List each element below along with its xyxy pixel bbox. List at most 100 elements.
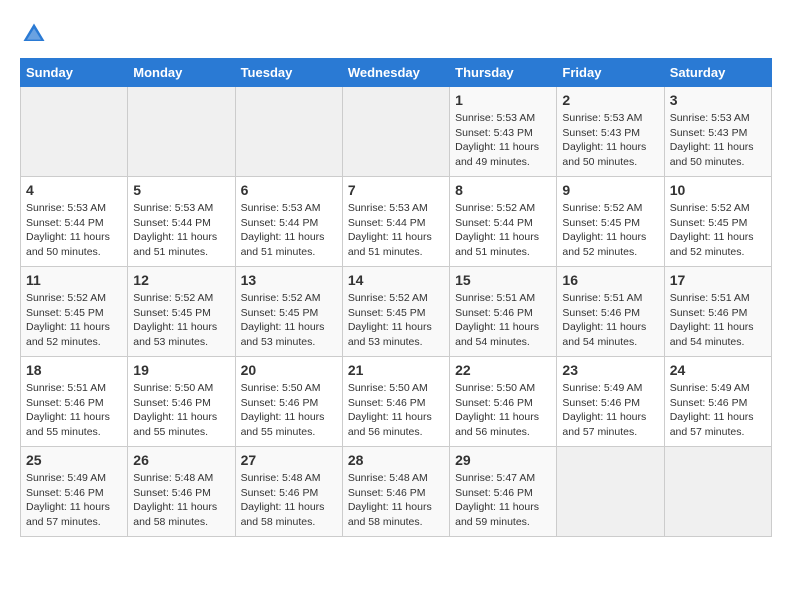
day-number: 26 — [133, 452, 229, 468]
calendar-cell: 26 Sunrise: 5:48 AM Sunset: 5:46 PM Dayli… — [128, 447, 235, 537]
calendar-cell — [235, 87, 342, 177]
calendar-cell: 24Sunrise: 5:49 AM Sunset: 5:46 PM Dayli… — [664, 357, 771, 447]
day-number: 16 — [562, 272, 658, 288]
day-number: 17 — [670, 272, 766, 288]
cell-info: Sunrise: 5:50 AM Sunset: 5:46 PM Dayligh… — [348, 381, 444, 440]
calendar-cell: 18 Sunrise: 5:51 AM Sunset: 5:46 PM Dayli… — [21, 357, 128, 447]
calendar-cell — [21, 87, 128, 177]
header-monday: Monday — [128, 59, 235, 87]
cell-info: Sunrise: 5:50 AM Sunset: 5:46 PM Dayligh… — [455, 381, 551, 440]
day-number: 27 — [241, 452, 337, 468]
day-number: 9 — [562, 182, 658, 198]
calendar-cell — [342, 87, 449, 177]
cell-info: Sunrise: 5:48 AM Sunset: 5:46 PM Dayligh… — [241, 471, 337, 530]
calendar-cell: 6 Sunrise: 5:53 AM Sunset: 5:44 PM Daylig… — [235, 177, 342, 267]
calendar-cell: 17 Sunrise: 5:51 AM Sunset: 5:46 PM Dayli… — [664, 267, 771, 357]
cell-info: Sunrise: 5:53 AM Sunset: 5:44 PM Dayligh… — [348, 201, 444, 260]
calendar-cell: 7Sunrise: 5:53 AM Sunset: 5:44 PM Daylig… — [342, 177, 449, 267]
calendar-cell: 22 Sunrise: 5:50 AM Sunset: 5:46 PM Dayli… — [450, 357, 557, 447]
cell-info: Sunrise: 5:50 AM Sunset: 5:46 PM Dayligh… — [241, 381, 337, 440]
day-number: 1 — [455, 92, 551, 108]
calendar-cell: 13Sunrise: 5:52 AM Sunset: 5:45 PM Dayli… — [235, 267, 342, 357]
calendar-cell: 28 Sunrise: 5:48 AM Sunset: 5:46 PM Dayli… — [342, 447, 449, 537]
calendar-cell: 23 Sunrise: 5:49 AM Sunset: 5:46 PM Dayli… — [557, 357, 664, 447]
cell-info: Sunrise: 5:52 AM Sunset: 5:45 PM Dayligh… — [348, 291, 444, 350]
day-number: 14 — [348, 272, 444, 288]
calendar-cell: 1 Sunrise: 5:53 AM Sunset: 5:43 PM Daylig… — [450, 87, 557, 177]
calendar-cell: 19Sunrise: 5:50 AM Sunset: 5:46 PM Dayli… — [128, 357, 235, 447]
day-number: 29 — [455, 452, 551, 468]
day-number: 28 — [348, 452, 444, 468]
day-number: 10 — [670, 182, 766, 198]
calendar-cell: 4Sunrise: 5:53 AM Sunset: 5:44 PM Daylig… — [21, 177, 128, 267]
calendar-cell: 10 Sunrise: 5:52 AM Sunset: 5:45 PM Dayli… — [664, 177, 771, 267]
cell-info: Sunrise: 5:53 AM Sunset: 5:43 PM Dayligh… — [670, 111, 766, 170]
cell-info: Sunrise: 5:52 AM Sunset: 5:45 PM Dayligh… — [26, 291, 122, 350]
day-number: 11 — [26, 272, 122, 288]
day-number: 8 — [455, 182, 551, 198]
calendar-week-row: 4 Sunrise: 5:53 AM Sunset: 5:44 PM Daylig… — [21, 177, 772, 267]
calendar-cell — [557, 447, 664, 537]
calendar-cell — [664, 447, 771, 537]
header-tuesday: Tuesday — [235, 59, 342, 87]
calendar-cell: 5 Sunrise: 5:53 AM Sunset: 5:44 PM Daylig… — [128, 177, 235, 267]
day-number: 6 — [241, 182, 337, 198]
calendar-cell: 21Sunrise: 5:50 AM Sunset: 5:46 PM Dayli… — [342, 357, 449, 447]
cell-info: Sunrise: 5:47 AM Sunset: 5:46 PM Dayligh… — [455, 471, 551, 530]
cell-info: Sunrise: 5:52 AM Sunset: 5:45 PM Dayligh… — [670, 201, 766, 260]
calendar-table: SundayMondayTuesdayWednesdayThursdayFrid… — [20, 58, 772, 537]
calendar-cell: 14 Sunrise: 5:52 AM Sunset: 5:45 PM Dayli… — [342, 267, 449, 357]
calendar-cell: 9 Sunrise: 5:52 AM Sunset: 5:45 PM Daylig… — [557, 177, 664, 267]
cell-info: Sunrise: 5:49 AM Sunset: 5:46 PM Dayligh… — [562, 381, 658, 440]
cell-info: Sunrise: 5:49 AM Sunset: 5:46 PM Dayligh… — [26, 471, 122, 530]
calendar-cell: 20 Sunrise: 5:50 AM Sunset: 5:46 PM Dayli… — [235, 357, 342, 447]
day-number: 3 — [670, 92, 766, 108]
day-number: 22 — [455, 362, 551, 378]
header-sunday: Sunday — [21, 59, 128, 87]
cell-info: Sunrise: 5:50 AM Sunset: 5:46 PM Dayligh… — [133, 381, 229, 440]
cell-info: Sunrise: 5:51 AM Sunset: 5:46 PM Dayligh… — [26, 381, 122, 440]
cell-info: Sunrise: 5:48 AM Sunset: 5:46 PM Dayligh… — [133, 471, 229, 530]
page-header — [20, 20, 772, 48]
logo-icon — [20, 20, 48, 48]
calendar-cell: 27 Sunrise: 5:48 AM Sunset: 5:46 PM Dayli… — [235, 447, 342, 537]
cell-info: Sunrise: 5:53 AM Sunset: 5:44 PM Dayligh… — [133, 201, 229, 260]
calendar-cell: 29 Sunrise: 5:47 AM Sunset: 5:46 PM Dayli… — [450, 447, 557, 537]
header-friday: Friday — [557, 59, 664, 87]
day-number: 2 — [562, 92, 658, 108]
cell-info: Sunrise: 5:51 AM Sunset: 5:46 PM Dayligh… — [562, 291, 658, 350]
day-number: 18 — [26, 362, 122, 378]
calendar-cell: 2 Sunrise: 5:53 AM Sunset: 5:43 PM Daylig… — [557, 87, 664, 177]
cell-info: Sunrise: 5:52 AM Sunset: 5:45 PM Dayligh… — [133, 291, 229, 350]
day-number: 4 — [26, 182, 122, 198]
cell-info: Sunrise: 5:53 AM Sunset: 5:43 PM Dayligh… — [455, 111, 551, 170]
cell-info: Sunrise: 5:49 AM Sunset: 5:46 PM Dayligh… — [670, 381, 766, 440]
cell-info: Sunrise: 5:53 AM Sunset: 5:43 PM Dayligh… — [562, 111, 658, 170]
calendar-cell: 16 Sunrise: 5:51 AM Sunset: 5:46 PM Dayli… — [557, 267, 664, 357]
header-thursday: Thursday — [450, 59, 557, 87]
calendar-cell — [128, 87, 235, 177]
calendar-cell: 3 Sunrise: 5:53 AM Sunset: 5:43 PM Daylig… — [664, 87, 771, 177]
calendar-cell: 11 Sunrise: 5:52 AM Sunset: 5:45 PM Dayli… — [21, 267, 128, 357]
day-number: 5 — [133, 182, 229, 198]
day-number: 20 — [241, 362, 337, 378]
cell-info: Sunrise: 5:52 AM Sunset: 5:44 PM Dayligh… — [455, 201, 551, 260]
day-number: 23 — [562, 362, 658, 378]
cell-info: Sunrise: 5:48 AM Sunset: 5:46 PM Dayligh… — [348, 471, 444, 530]
calendar-cell: 15 Sunrise: 5:51 AM Sunset: 5:46 PM Dayli… — [450, 267, 557, 357]
calendar-week-row: 25 Sunrise: 5:49 AM Sunset: 5:46 PM Dayli… — [21, 447, 772, 537]
cell-info: Sunrise: 5:51 AM Sunset: 5:46 PM Dayligh… — [670, 291, 766, 350]
day-number: 25 — [26, 452, 122, 468]
calendar-week-row: 18 Sunrise: 5:51 AM Sunset: 5:46 PM Dayli… — [21, 357, 772, 447]
cell-info: Sunrise: 5:52 AM Sunset: 5:45 PM Dayligh… — [562, 201, 658, 260]
calendar-cell: 25 Sunrise: 5:49 AM Sunset: 5:46 PM Dayli… — [21, 447, 128, 537]
day-number: 12 — [133, 272, 229, 288]
cell-info: Sunrise: 5:51 AM Sunset: 5:46 PM Dayligh… — [455, 291, 551, 350]
cell-info: Sunrise: 5:53 AM Sunset: 5:44 PM Dayligh… — [241, 201, 337, 260]
header-wednesday: Wednesday — [342, 59, 449, 87]
day-number: 13 — [241, 272, 337, 288]
logo — [20, 20, 52, 48]
calendar-cell: 8 Sunrise: 5:52 AM Sunset: 5:44 PM Daylig… — [450, 177, 557, 267]
day-number: 15 — [455, 272, 551, 288]
header-saturday: Saturday — [664, 59, 771, 87]
